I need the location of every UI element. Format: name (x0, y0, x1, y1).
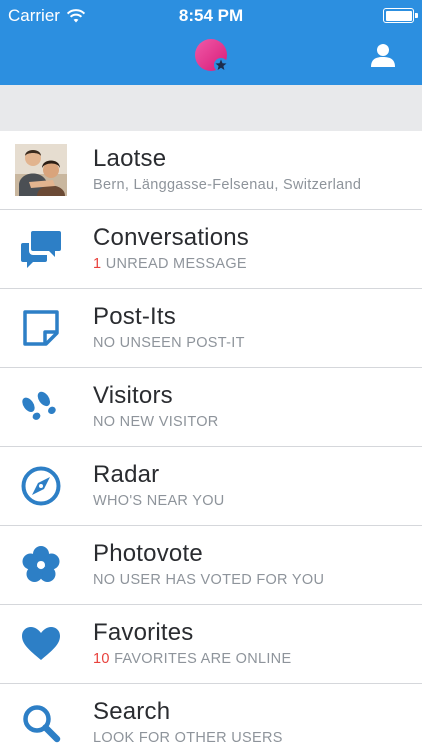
menu-item-label: Favorites (93, 619, 194, 646)
menu-item-post-its[interactable]: Post-Its NO UNSEEN POST-IT (0, 289, 422, 368)
compass-icon (21, 466, 61, 506)
magnifier-icon (23, 705, 61, 743)
menu-item-conversations[interactable]: Conversations 1 UNREAD MESSAGE (0, 210, 422, 289)
status-text: NO UNSEEN POST-IT (93, 335, 245, 351)
menu-item-status: NO USER HAS VOTED FOR YOU (93, 572, 324, 588)
menu-item-status: 1 UNREAD MESSAGE (93, 256, 247, 272)
profile-icon[interactable] (370, 42, 396, 68)
avatar-photo-icon (15, 144, 67, 196)
profile-location: Bern, Länggasse-Felsenau, Switzerland (93, 177, 362, 193)
icon-wrapper (14, 222, 68, 276)
sticky-note-icon (23, 310, 59, 346)
chat-bubbles-icon (21, 231, 61, 268)
menu-item-label: Photovote (93, 540, 203, 567)
icon-wrapper (14, 301, 68, 355)
menu-item-photovote[interactable]: Photovote NO USER HAS VOTED FOR YOU (0, 526, 422, 605)
menu-item-label: Conversations (93, 224, 250, 251)
icon-wrapper (14, 380, 68, 434)
avatar (14, 143, 68, 197)
menu-item-label: Post-Its (93, 303, 176, 330)
status-text: NO NEW VISITOR (93, 414, 219, 430)
footprints-icon (22, 391, 56, 420)
status-text: NO USER HAS VOTED FOR YOU (93, 572, 325, 588)
menu-list: Laotse Bern, Länggasse-Felsenau, Switzer… (0, 131, 422, 750)
menu-item-status: 10 FAVORITES ARE ONLINE (93, 651, 291, 667)
status-bar: Carrier 8:54 PM (0, 0, 422, 32)
menu-item-favorites[interactable]: Favorites 10 FAVORITES ARE ONLINE (0, 605, 422, 684)
heart-icon (22, 627, 60, 660)
clock: 8:54 PM (178, 6, 244, 25)
online-favorites-count: 10 (93, 651, 110, 667)
menu-item-visitors[interactable]: Visitors NO NEW VISITOR (0, 368, 422, 447)
status-text: FAVORITES ARE ONLINE (109, 651, 292, 667)
battery-icon (383, 8, 418, 23)
app-logo-icon[interactable] (194, 38, 230, 74)
menu-item-label: Radar (93, 461, 160, 488)
icon-wrapper (14, 696, 68, 750)
status-text: WHO'S NEAR YOU (93, 493, 225, 509)
status-text: LOOK FOR OTHER USERS (93, 730, 283, 746)
menu-item-status: WHO'S NEAR YOU (93, 493, 225, 509)
menu-item-label: Visitors (93, 382, 173, 409)
menu-item-search[interactable]: Search LOOK FOR OTHER USERS (0, 684, 422, 750)
status-text: UNREAD MESSAGE (101, 256, 247, 272)
icon-wrapper (14, 538, 68, 592)
profile-row[interactable]: Laotse Bern, Länggasse-Felsenau, Switzer… (0, 131, 422, 210)
profile-name: Laotse (93, 145, 167, 172)
menu-item-label: Search (93, 698, 171, 725)
menu-item-status: NO UNSEEN POST-IT (93, 335, 245, 351)
flower-icon (22, 546, 60, 582)
icon-wrapper (14, 617, 68, 671)
section-spacer (0, 85, 422, 131)
menu-item-radar[interactable]: Radar WHO'S NEAR YOU (0, 447, 422, 526)
icon-wrapper (14, 459, 68, 513)
menu-item-status: LOOK FOR OTHER USERS (93, 730, 283, 746)
menu-item-status: NO NEW VISITOR (93, 414, 219, 430)
navigation-bar: Carrier 8:54 PM (0, 0, 422, 85)
